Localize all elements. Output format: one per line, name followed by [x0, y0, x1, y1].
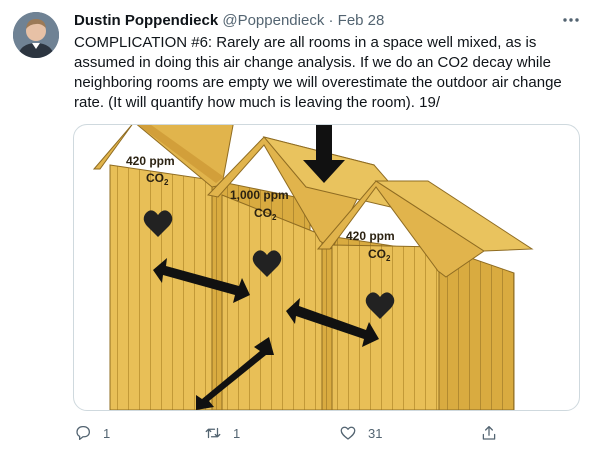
tweet-date[interactable]: Feb 28	[338, 12, 385, 29]
tweet-text: COMPLICATION #6: Rarely are all rooms in…	[74, 33, 579, 113]
more-icon	[563, 18, 579, 22]
reply-count: 1	[103, 425, 111, 441]
retweet-count: 1	[233, 425, 241, 441]
share-icon	[482, 425, 496, 440]
share-button[interactable]	[480, 420, 509, 446]
tweet-actions: 1 1 31	[0, 420, 593, 446]
tweet-text-body: COMPLICATION #6: Rarely are all rooms in…	[74, 34, 562, 111]
author-handle[interactable]: @Poppendieck	[222, 12, 324, 29]
outhouse-illustration: 420 ppm CO2 1,000 ppm CO2 420 ppm CO2	[92, 125, 534, 410]
room-right-ppm: 420 ppm	[346, 229, 395, 243]
room-left-co2-subscript: 2	[164, 178, 169, 187]
avatar[interactable]	[13, 12, 59, 58]
retweet-icon	[205, 427, 221, 439]
reply-button[interactable]: 1	[74, 420, 110, 446]
tweet[interactable]: Dustin Poppendieck @Poppendieck · Feb 28…	[0, 0, 593, 455]
room-right	[316, 180, 534, 410]
room-right-co2-subscript: 2	[386, 254, 391, 263]
tweet-header: Dustin Poppendieck @Poppendieck · Feb 28	[74, 11, 384, 30]
room-middle-co2-label: CO	[254, 206, 272, 220]
avatar-image	[13, 12, 59, 58]
like-button[interactable]: 31	[339, 420, 382, 446]
room-left-ppm: 420 ppm	[126, 154, 175, 168]
reply-icon	[76, 425, 91, 441]
retweet-button[interactable]: 1	[204, 420, 240, 446]
tweet-image[interactable]: 420 ppm CO2 1,000 ppm CO2 420 ppm CO2	[73, 124, 580, 411]
author-name[interactable]: Dustin Poppendieck	[74, 12, 218, 29]
room-right-co2-label: CO	[368, 247, 386, 261]
separator-dot: ·	[328, 12, 334, 29]
like-count: 31	[368, 425, 383, 441]
room-middle-co2-subscript: 2	[272, 213, 277, 222]
more-button[interactable]	[560, 10, 582, 30]
room-middle-ppm: 1,000 ppm	[230, 188, 289, 202]
heart-icon	[340, 426, 356, 440]
room-left-co2-label: CO	[146, 171, 164, 185]
